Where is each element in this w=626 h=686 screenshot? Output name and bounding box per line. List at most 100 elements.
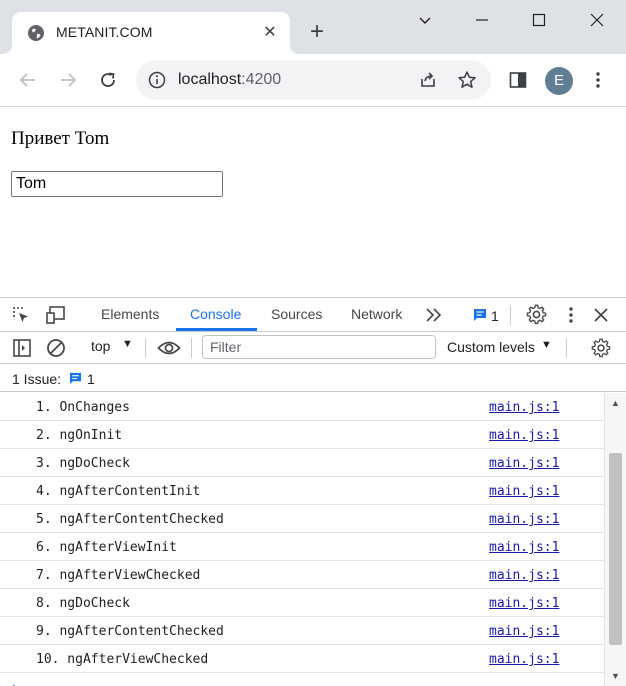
log-message: 4. ngAfterContentInit bbox=[36, 484, 201, 499]
profile-avatar[interactable]: E bbox=[545, 67, 573, 95]
issues-bar[interactable]: 1 Issue: 1 bbox=[0, 364, 626, 392]
log-levels-dropdown[interactable]: Custom levels bbox=[447, 339, 535, 355]
share-icon[interactable] bbox=[418, 70, 438, 90]
inspect-element-icon[interactable] bbox=[11, 305, 31, 325]
back-button[interactable] bbox=[12, 64, 44, 96]
log-message: 8. ngDoCheck bbox=[36, 596, 130, 611]
console-scrollbar[interactable]: ▲ ▼ bbox=[604, 393, 626, 686]
tab-strip: METANIT.COM ✕ + bbox=[0, 0, 626, 54]
issues-message-icon[interactable] bbox=[473, 308, 487, 322]
reload-icon bbox=[101, 72, 115, 87]
globe-icon bbox=[28, 25, 44, 41]
caret-down-icon[interactable]: ▼ bbox=[122, 338, 133, 350]
scroll-up-arrow-icon[interactable]: ▲ bbox=[611, 398, 620, 408]
greeting-text: Привет Tom bbox=[11, 128, 110, 149]
close-window-button[interactable] bbox=[577, 4, 617, 36]
side-panel-button[interactable] bbox=[502, 64, 534, 96]
close-devtools-icon[interactable] bbox=[593, 307, 609, 323]
log-row: 7. ngAfterViewChecked main.js:1 bbox=[0, 561, 604, 589]
browser-toolbar: localhost:4200 E bbox=[0, 54, 626, 107]
url-text: localhost:4200 bbox=[178, 71, 281, 89]
tab-sources[interactable]: Sources bbox=[271, 306, 322, 322]
name-input[interactable] bbox=[11, 171, 223, 197]
browser-tab[interactable]: METANIT.COM ✕ bbox=[12, 12, 290, 54]
chevron-down-icon bbox=[419, 17, 431, 24]
clear-console-icon[interactable] bbox=[46, 338, 66, 358]
star-icon[interactable] bbox=[457, 70, 477, 90]
more-tabs-icon[interactable] bbox=[425, 307, 443, 323]
log-source-link[interactable]: main.js:1 bbox=[489, 484, 559, 499]
side-panel-icon bbox=[509, 72, 527, 88]
arrow-left-icon bbox=[19, 73, 35, 87]
log-message: 5. ngAfterContentChecked bbox=[36, 512, 224, 527]
minimize-icon bbox=[476, 19, 488, 21]
url-host: localhost bbox=[178, 71, 242, 88]
log-source-link[interactable]: main.js:1 bbox=[489, 400, 559, 415]
log-row: 10. ngAfterViewChecked main.js:1 bbox=[0, 645, 604, 673]
settings-gear-icon[interactable] bbox=[526, 304, 547, 325]
log-source-link[interactable]: main.js:1 bbox=[489, 652, 559, 667]
maximize-button[interactable] bbox=[519, 4, 559, 36]
page-viewport: Привет Tom bbox=[0, 108, 626, 297]
tab-title: METANIT.COM bbox=[56, 24, 153, 40]
log-message: 3. ngDoCheck bbox=[36, 456, 130, 471]
filter-input[interactable] bbox=[202, 335, 436, 359]
tab-search-button[interactable] bbox=[405, 4, 445, 36]
log-source-link[interactable]: main.js:1 bbox=[489, 596, 559, 611]
info-icon[interactable] bbox=[148, 71, 166, 89]
scroll-thumb[interactable] bbox=[609, 453, 622, 645]
new-tab-button[interactable]: + bbox=[303, 19, 331, 47]
tab-console[interactable]: Console bbox=[190, 306, 241, 322]
log-row: 8. ngDoCheck main.js:1 bbox=[0, 589, 604, 617]
caret-down-icon[interactable]: ▼ bbox=[541, 339, 552, 351]
devtools-menu-icon[interactable] bbox=[562, 305, 580, 325]
issues-count: 1 bbox=[87, 371, 95, 387]
issues-message-icon bbox=[69, 372, 82, 385]
url-port: :4200 bbox=[241, 71, 282, 88]
eye-icon[interactable] bbox=[157, 338, 181, 358]
scroll-down-arrow-icon[interactable]: ▼ bbox=[611, 671, 620, 681]
console-settings-gear-icon[interactable] bbox=[591, 338, 611, 358]
separator bbox=[510, 305, 511, 325]
log-row: 6. ngAfterViewInit main.js:1 bbox=[0, 533, 604, 561]
forward-button[interactable] bbox=[52, 64, 84, 96]
close-icon bbox=[590, 13, 604, 27]
log-row: 3. ngDoCheck main.js:1 bbox=[0, 449, 604, 477]
separator bbox=[145, 338, 146, 358]
active-tab-indicator bbox=[176, 328, 257, 331]
log-row: 9. ngAfterContentChecked main.js:1 bbox=[0, 617, 604, 645]
log-row: 5. ngAfterContentChecked main.js:1 bbox=[0, 505, 604, 533]
log-source-link[interactable]: main.js:1 bbox=[489, 540, 559, 555]
separator bbox=[566, 338, 567, 358]
context-selector[interactable]: top bbox=[91, 338, 110, 354]
minimize-button[interactable] bbox=[462, 4, 502, 36]
console-prompt-chevron-icon[interactable]: › bbox=[12, 678, 17, 686]
tab-network[interactable]: Network bbox=[351, 306, 402, 322]
issues-badge-count: 1 bbox=[491, 308, 499, 324]
address-bar[interactable]: localhost:4200 bbox=[136, 60, 491, 100]
device-toolbar-icon[interactable] bbox=[46, 305, 68, 325]
log-message: 1. OnChanges bbox=[36, 400, 130, 415]
close-tab-icon[interactable]: ✕ bbox=[260, 23, 280, 43]
sidebar-toggle-icon[interactable] bbox=[12, 338, 32, 358]
browser-menu-button[interactable] bbox=[582, 64, 614, 96]
issues-label: 1 Issue: bbox=[12, 371, 62, 387]
log-source-link[interactable]: main.js:1 bbox=[489, 568, 559, 583]
log-source-link[interactable]: main.js:1 bbox=[489, 456, 559, 471]
log-row: 2. ngOnInit main.js:1 bbox=[0, 421, 604, 449]
log-message: 10. ngAfterViewChecked bbox=[36, 652, 209, 667]
console-messages: 1. OnChanges main.js:1 2. ngOnInit main.js… bbox=[0, 393, 604, 686]
kebab-menu-icon bbox=[596, 72, 600, 88]
log-row: 1. OnChanges main.js:1 bbox=[0, 393, 604, 421]
log-message: 6. ngAfterViewInit bbox=[36, 540, 177, 555]
arrow-right-icon bbox=[61, 73, 77, 87]
log-source-link[interactable]: main.js:1 bbox=[489, 512, 559, 527]
console-filter-bar: top ▼ Custom levels ▼ bbox=[0, 332, 626, 364]
maximize-icon bbox=[532, 13, 546, 27]
log-source-link[interactable]: main.js:1 bbox=[489, 624, 559, 639]
log-message: 2. ngOnInit bbox=[36, 428, 123, 443]
reload-button[interactable] bbox=[92, 64, 124, 96]
log-message: 7. ngAfterViewChecked bbox=[36, 568, 201, 583]
tab-elements[interactable]: Elements bbox=[101, 306, 159, 322]
log-source-link[interactable]: main.js:1 bbox=[489, 428, 559, 443]
